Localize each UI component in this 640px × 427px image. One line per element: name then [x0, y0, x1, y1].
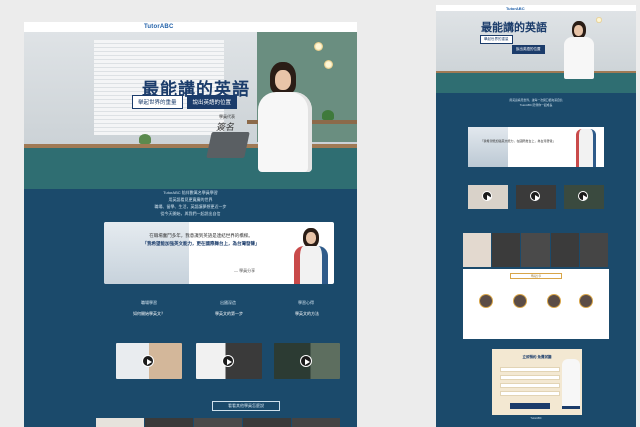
mobile-footer: TutorABC [530, 417, 542, 420]
laptop-icon [206, 132, 250, 158]
photo-tile [492, 233, 522, 267]
mobile-intro-text: 用英語看見世界，讓每一次開口都充滿自信 TutorABC 陪伴你一起成長 [436, 98, 636, 107]
intro-line: 職場、留學、生活，英語讓夢想更近一步 [154, 204, 227, 209]
quote-line-2: 「我希望能加強英文能力，更在國際舞台上，為台灣發聲」 [142, 241, 260, 246]
video-title: 如何開始學英文？ [133, 311, 165, 316]
kitchen-counter [436, 71, 636, 93]
form-person [562, 359, 580, 409]
play-icon[interactable] [482, 191, 492, 201]
photo-tile [521, 233, 551, 267]
testimonial-quote-card: 在職場奮鬥多年，我意識到英語是連結世界的橋樑。 「我希望能加強英文能力，更在國際… [104, 222, 334, 284]
mobile-quote-text: 「我希望能加強英文能力，在國際舞台上，為台灣發聲」 [480, 139, 556, 143]
play-icon[interactable] [300, 355, 312, 367]
intro-text: TutorABC 陪伴數萬名學員學習 用英語看見更寬廣的世界 職場、留學、生活，… [24, 189, 357, 217]
video-title: 學英文的第一步 [215, 311, 243, 316]
play-icon[interactable] [142, 355, 154, 367]
submit-button[interactable] [510, 403, 550, 409]
mobile-teacher-photo-strip [463, 233, 610, 267]
photo-tile [292, 418, 341, 427]
person-face [306, 232, 316, 244]
email-field[interactable] [500, 383, 560, 388]
quote-person [576, 129, 596, 167]
phone-field[interactable] [500, 375, 560, 380]
photo-tile [96, 418, 145, 427]
section-label: 出國深造 [220, 300, 236, 305]
more-testimonials-button[interactable]: 看看其他學員怎麼說 [212, 401, 280, 411]
video-card[interactable] [116, 343, 182, 379]
video-card[interactable] [564, 185, 604, 209]
quote-line-1: 在職場奮鬥多年，我意識到英語是連結世界的橋樑。 [149, 233, 253, 238]
avatar [547, 294, 561, 308]
hero-banner: 最能講的英語 舉起世界的重量 說出英語的位置 學員代表 簽名 [24, 32, 357, 189]
photo-tile [145, 418, 194, 427]
select-field[interactable] [500, 391, 560, 396]
hero-tags: 舉起世界的重量 說出英語的位置 [132, 95, 238, 109]
intro-line: 從今天開始，與我們一起說出自信 [160, 211, 221, 216]
photo-tile [243, 418, 292, 427]
photo-tile [579, 233, 610, 267]
quote-author: — 學員分享 [234, 268, 256, 273]
plant-icon [139, 134, 151, 144]
mobile-hero-tag-right: 說出英語的位置 [512, 45, 545, 54]
brand-logo[interactable]: TutorABC [144, 24, 173, 30]
person-body [258, 92, 312, 172]
video-card[interactable] [468, 185, 508, 209]
signature: 簽名 [216, 122, 235, 132]
top-nav: TutorABC [24, 22, 357, 32]
video-card[interactable] [516, 185, 556, 209]
mobile-hero-banner: 最能講的英語 舉起世界的重量 說出英語的位置 [436, 11, 636, 93]
desktop-mockup: TutorABC 最能講的英語 舉起世界的重量 說出英語的位置 學員代表 簽名 … [24, 22, 357, 427]
pendant-lamp-icon [314, 42, 323, 51]
play-icon[interactable] [222, 355, 234, 367]
intro-line: TutorABC 陪伴你一起成長 [519, 102, 553, 107]
hero-tag-left: 舉起世界的重量 [132, 95, 183, 109]
section-label: 學習心得 [298, 300, 314, 305]
photo-tile [550, 233, 580, 267]
avatar [513, 294, 527, 308]
mobile-quote-card: 「我希望能加強英文能力，在國際舞台上，為台灣發聲」 [468, 127, 604, 167]
hero-tag-right: 說出英語的位置 [186, 95, 238, 109]
avatar [579, 294, 593, 308]
teacher-photo-strip [96, 418, 341, 427]
section-label: 職場學習 [141, 300, 157, 305]
brand-logo[interactable]: TutorABC [506, 6, 525, 11]
intro-line: 用英語看見更寬廣的世界 [168, 197, 213, 202]
photo-tile [463, 233, 493, 267]
play-icon[interactable] [578, 191, 588, 201]
quote-person [294, 228, 328, 284]
person-body [564, 37, 594, 79]
video-title: 學英文的方法 [295, 311, 319, 316]
mobile-hero-title: 最能講的英語 [481, 22, 547, 34]
city-skyline-image [468, 127, 508, 167]
hero-person [256, 62, 316, 172]
quote-text: 在職場奮鬥多年，我意識到英語是連結世界的橋樑。 「我希望能加強英文能力，更在國際… [126, 232, 276, 248]
person-body [294, 246, 328, 284]
screenshot-canvas: TutorABC 最能講的英語 舉起世界的重量 說出英語的位置 學員代表 簽名 … [0, 0, 640, 427]
video-card[interactable] [274, 343, 340, 379]
intro-line: TutorABC 陪伴數萬名學員學習 [163, 190, 218, 195]
person-face [574, 25, 583, 36]
mobile-mockup: TutorABC 最能講的英語 舉起世界的重量 說出英語的位置 用英語看見世界，… [436, 5, 636, 427]
mobile-signup-form: 立即預約 免費試聽 [492, 349, 582, 415]
name-field[interactable] [500, 367, 560, 372]
mobile-testimonial-panel: 學員分享 [463, 269, 609, 339]
play-icon[interactable] [530, 191, 540, 201]
plant-icon [322, 110, 334, 120]
pendant-lamp-icon [324, 60, 333, 69]
hero-person [564, 21, 594, 79]
video-card[interactable] [196, 343, 262, 379]
panel-pill: 學員分享 [510, 273, 562, 279]
avatar [479, 294, 493, 308]
mobile-hero-tag-left: 舉起世界的重量 [480, 35, 513, 44]
pendant-lamp-icon [596, 17, 602, 23]
photo-tile [194, 418, 243, 427]
person-face [275, 70, 291, 90]
